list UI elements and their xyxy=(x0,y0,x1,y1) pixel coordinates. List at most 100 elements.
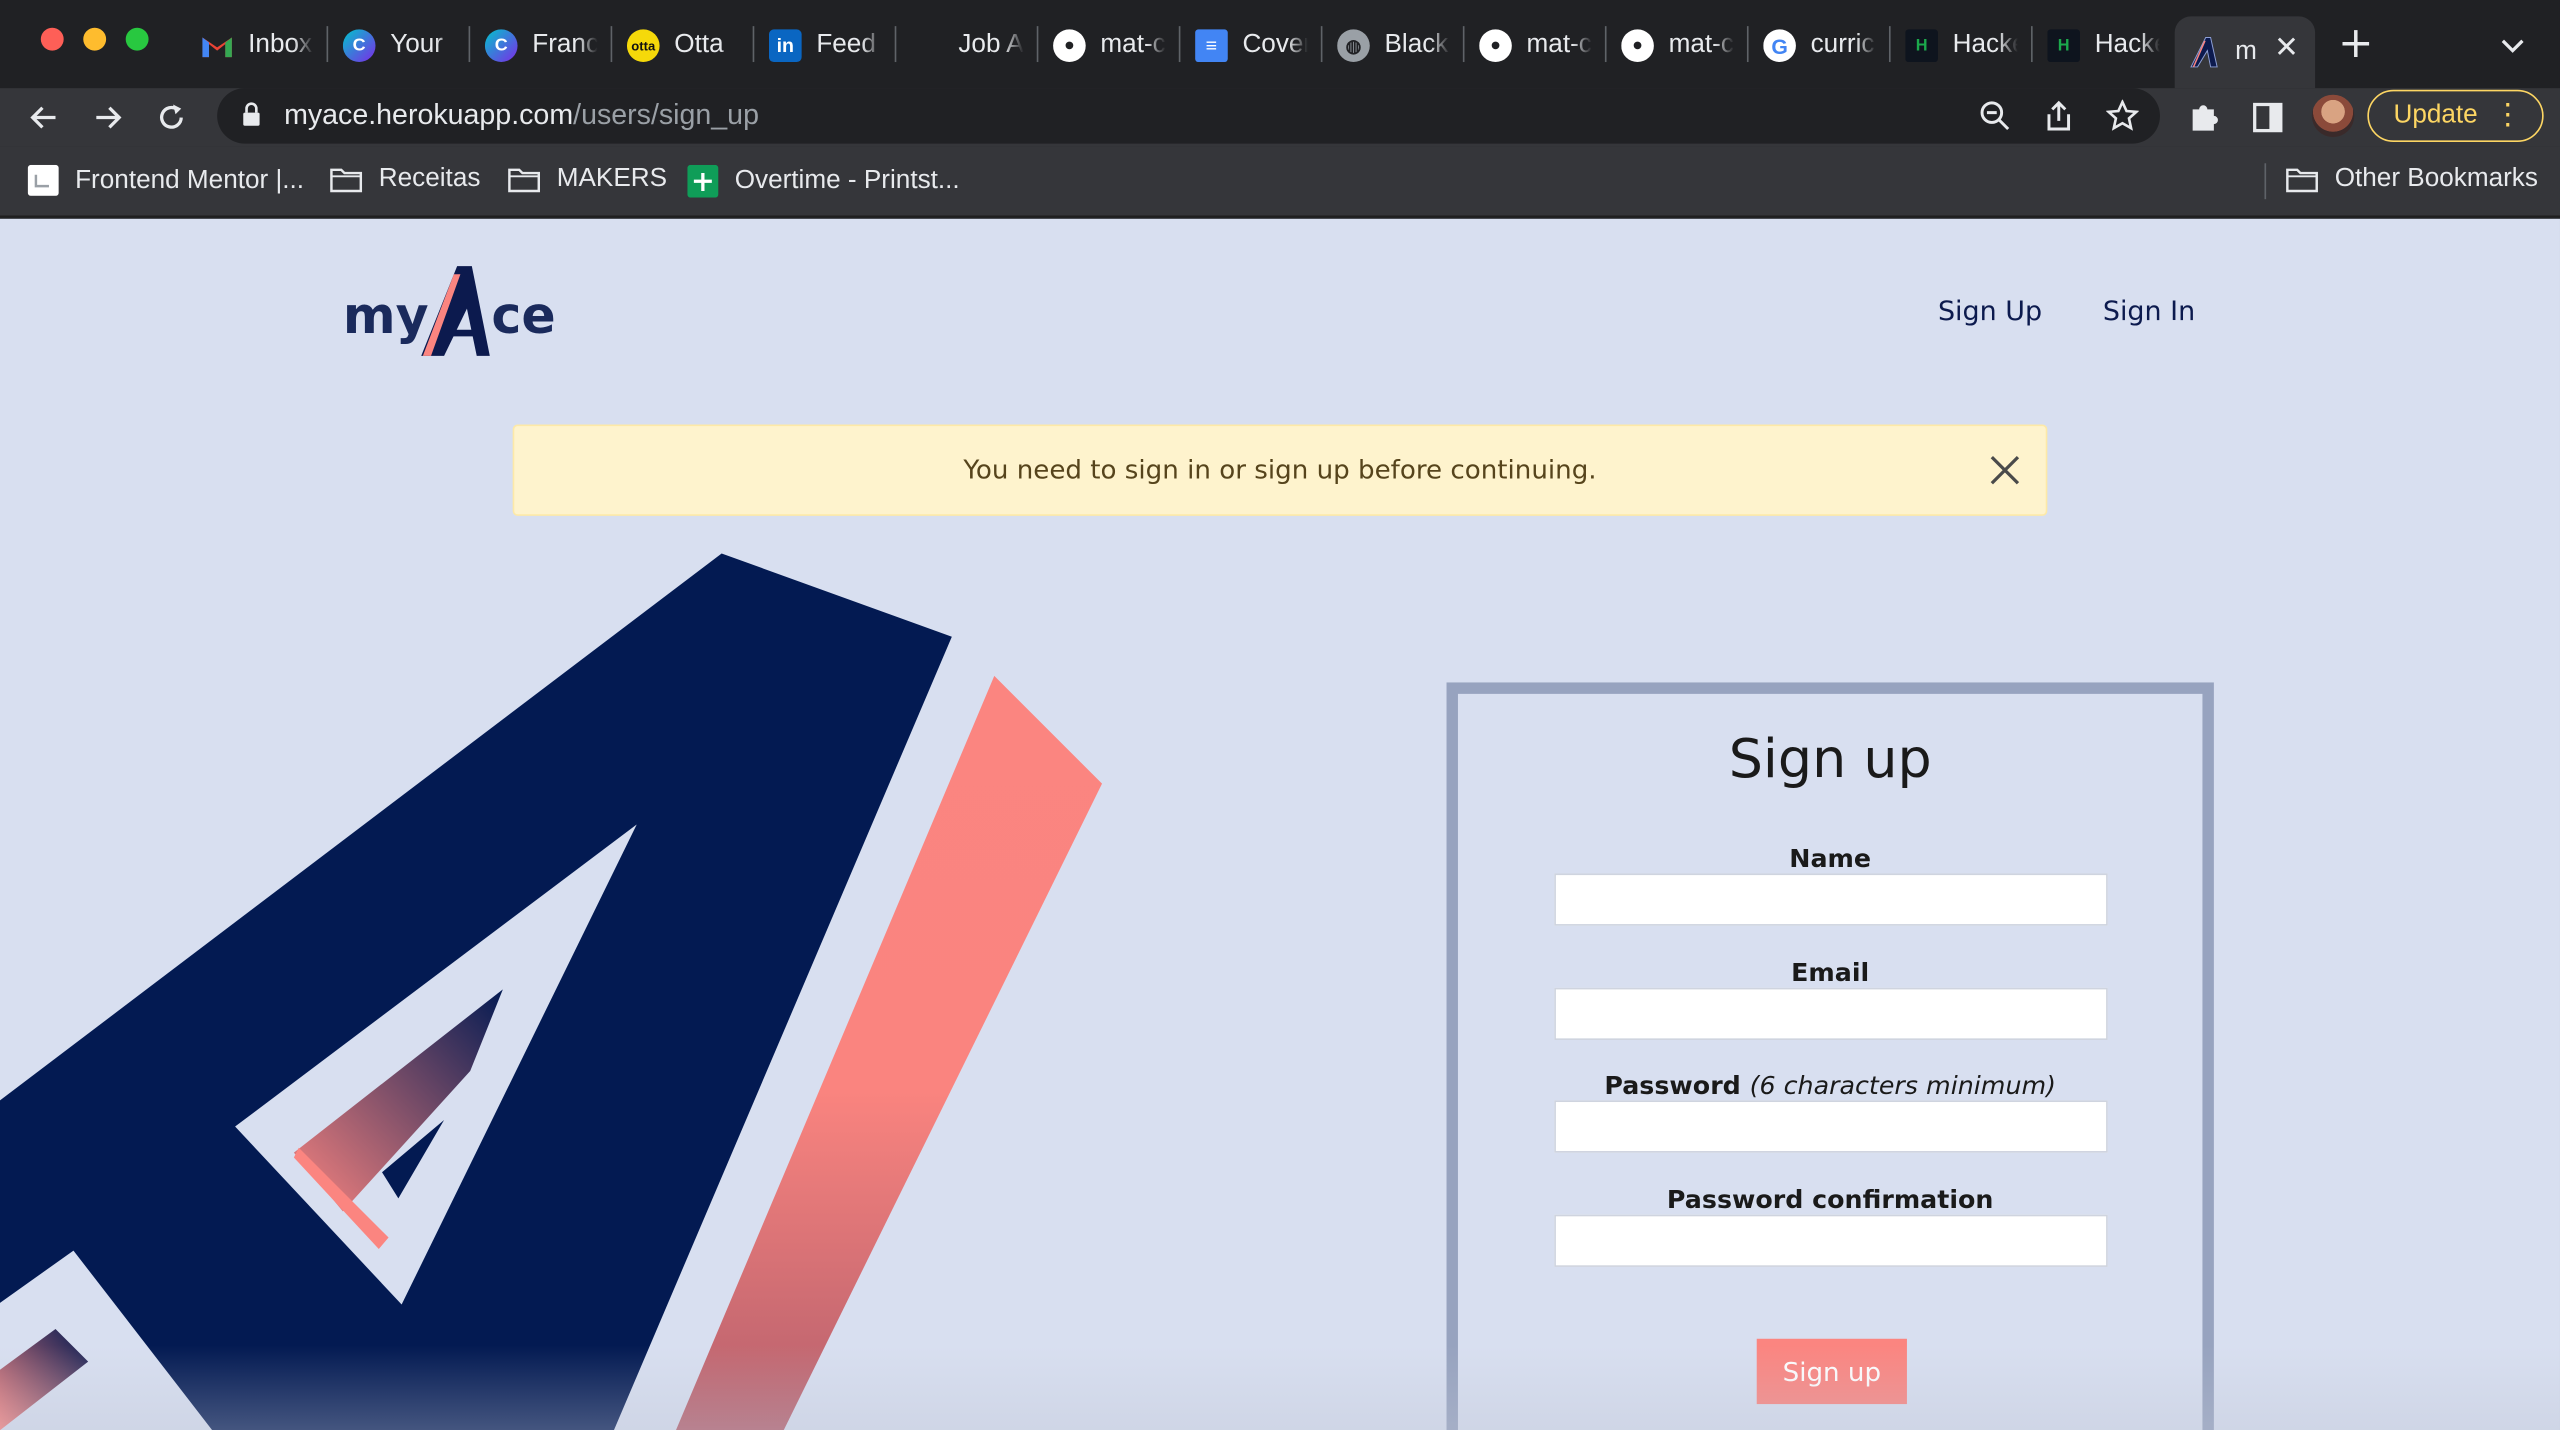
maximize-window-button[interactable] xyxy=(125,27,149,51)
other-bookmarks[interactable]: Other Bookmarks xyxy=(2286,165,2538,194)
share-icon[interactable] xyxy=(2041,98,2077,134)
tab-label: Feed xyxy=(816,31,876,59)
bookmarks-bar: Frontend Mentor |... Receitas MAKERS Ove… xyxy=(0,146,2560,218)
sign-up-form: Sign up Name Email Password (6 character… xyxy=(1446,682,2214,1430)
github-icon: ● xyxy=(1479,29,1512,63)
flash-message: You need to sign in or sign up before co… xyxy=(963,453,1597,485)
bookmark-label: Frontend Mentor |... xyxy=(75,165,305,194)
password-input[interactable] xyxy=(1554,1100,2108,1153)
name-input[interactable] xyxy=(1554,873,2108,926)
form-title: Sign up xyxy=(1728,726,1932,791)
minimize-window-button[interactable] xyxy=(83,27,107,51)
tab-google[interactable]: G curric xyxy=(1763,16,1876,75)
other-bookmarks-label: Other Bookmarks xyxy=(2334,164,2538,193)
tab-label: m xyxy=(2235,37,2257,66)
tab-github-1[interactable]: ● mat-c xyxy=(1053,16,1166,75)
google-icon: G xyxy=(1763,29,1796,63)
lock-icon[interactable] xyxy=(242,101,262,134)
tab-label: Black xyxy=(1384,31,1449,59)
tab-label: Inbox xyxy=(248,31,313,59)
myace-icon xyxy=(2188,36,2221,69)
tab-linkedin[interactable]: in Feed xyxy=(768,16,882,75)
hackerrank-icon: H xyxy=(1905,29,1938,63)
flash-close-icon[interactable] xyxy=(1987,452,2023,488)
globe-icon: ◍ xyxy=(1337,29,1370,63)
extensions-puzzle-icon[interactable] xyxy=(2186,100,2222,136)
profile-avatar[interactable] xyxy=(2311,94,2355,138)
bookmark-receitas[interactable]: Receitas xyxy=(330,164,481,194)
tab-label: Job A xyxy=(958,31,1024,59)
otta-icon: otta xyxy=(626,29,660,63)
forward-button[interactable] xyxy=(83,93,132,142)
sign-up-submit-button[interactable]: Sign up xyxy=(1756,1338,1907,1405)
back-button[interactable] xyxy=(20,93,69,142)
nav-sign-up-link[interactable]: Sign Up xyxy=(1938,296,2042,327)
side-panel-icon[interactable] xyxy=(2250,100,2286,136)
gmail-icon xyxy=(201,29,234,62)
bookmark-makers[interactable]: MAKERS xyxy=(508,165,667,194)
tab-search-chevron-icon[interactable] xyxy=(2501,29,2524,60)
bookmark-label: Overtime - Printst... xyxy=(734,166,960,195)
email-label: Email xyxy=(1791,958,1870,988)
zoom-icon[interactable] xyxy=(1977,98,2013,134)
tab-label: Cover xyxy=(1242,31,1308,59)
tab-github-2[interactable]: ● mat-c xyxy=(1479,16,1592,75)
reload-button[interactable] xyxy=(147,93,196,142)
tab-label: Hacke xyxy=(2094,31,2160,59)
folder-icon xyxy=(2286,167,2319,193)
tab-label: mat-c xyxy=(1100,31,1166,59)
tab-hackerrank-2[interactable]: H Hacke xyxy=(2047,16,2160,75)
myace-logo[interactable]: my ce xyxy=(343,263,572,364)
svg-text:my: my xyxy=(343,286,429,345)
bookmark-label: MAKERS xyxy=(556,164,668,193)
tab-canva-2[interactable]: C Franc xyxy=(484,16,598,75)
canva-icon: C xyxy=(342,29,376,63)
tab-label: Hacke xyxy=(1952,31,2018,59)
bookmark-frontend-mentor[interactable]: Frontend Mentor |... xyxy=(27,164,305,196)
bookmark-label: Receitas xyxy=(378,164,481,193)
window-controls xyxy=(40,27,149,51)
forward-arrow-icon xyxy=(96,106,122,129)
hackerrank-icon: H xyxy=(2047,29,2080,63)
linkedin-icon: in xyxy=(768,29,802,63)
tab-canva-1[interactable]: C Your xyxy=(342,16,456,75)
new-tab-button[interactable]: + xyxy=(2338,20,2374,69)
tab-label: Otta xyxy=(674,31,724,59)
tab-otta[interactable]: otta Otta xyxy=(626,16,740,75)
github-icon: ● xyxy=(1053,29,1086,63)
tab-myace-active[interactable]: m ✕ xyxy=(2174,16,2316,89)
address-bar[interactable]: myace.herokuapp.com/users/sign_up xyxy=(217,88,2160,144)
tab-hackerrank-1[interactable]: H Hacke xyxy=(1905,16,2018,75)
password-label: Password xyxy=(1604,1071,1741,1101)
folder-icon xyxy=(330,167,363,193)
tab-label: mat-c xyxy=(1668,31,1734,59)
bookmark-overtime[interactable]: Overtime - Printst... xyxy=(687,164,960,198)
tab-job[interactable]: Job A xyxy=(958,16,1023,75)
frontend-mentor-icon xyxy=(27,164,59,196)
password-confirmation-label: Password confirmation xyxy=(1666,1185,1994,1215)
folder-icon xyxy=(508,167,541,193)
tab-google-docs[interactable]: ≡ Cover xyxy=(1195,16,1308,75)
bookmark-star-icon[interactable] xyxy=(2104,98,2140,134)
tab-black[interactable]: ◍ Black xyxy=(1337,16,1450,75)
email-input[interactable] xyxy=(1554,987,2108,1040)
back-arrow-icon xyxy=(30,106,56,129)
tab-gmail[interactable]: Inbox xyxy=(201,16,314,75)
tab-label: Franc xyxy=(532,31,598,59)
update-button[interactable]: Update ⋮ xyxy=(2367,89,2544,143)
password-hint: (6 characters minimum) xyxy=(1749,1071,2057,1101)
svg-text:ce: ce xyxy=(491,286,555,345)
password-confirmation-input[interactable] xyxy=(1554,1214,2108,1267)
more-menu-icon[interactable]: ⋮ xyxy=(2493,100,2522,129)
google-docs-icon: ≡ xyxy=(1195,29,1228,63)
myace-hero-graphic xyxy=(0,553,1103,1430)
tab-label: mat-c xyxy=(1526,31,1592,59)
close-tab-icon[interactable]: ✕ xyxy=(2274,31,2299,65)
nav-sign-in-link[interactable]: Sign In xyxy=(2103,296,2195,327)
tab-strip: Inbox C Your C Franc otta Otta in Feed J… xyxy=(0,0,2560,89)
google-sheets-icon xyxy=(687,164,719,198)
close-window-button[interactable] xyxy=(40,27,64,51)
url-host: myace.herokuapp.com xyxy=(284,97,574,131)
url-path: /users/sign_up xyxy=(573,97,759,131)
tab-github-3[interactable]: ● mat-c xyxy=(1621,16,1734,75)
